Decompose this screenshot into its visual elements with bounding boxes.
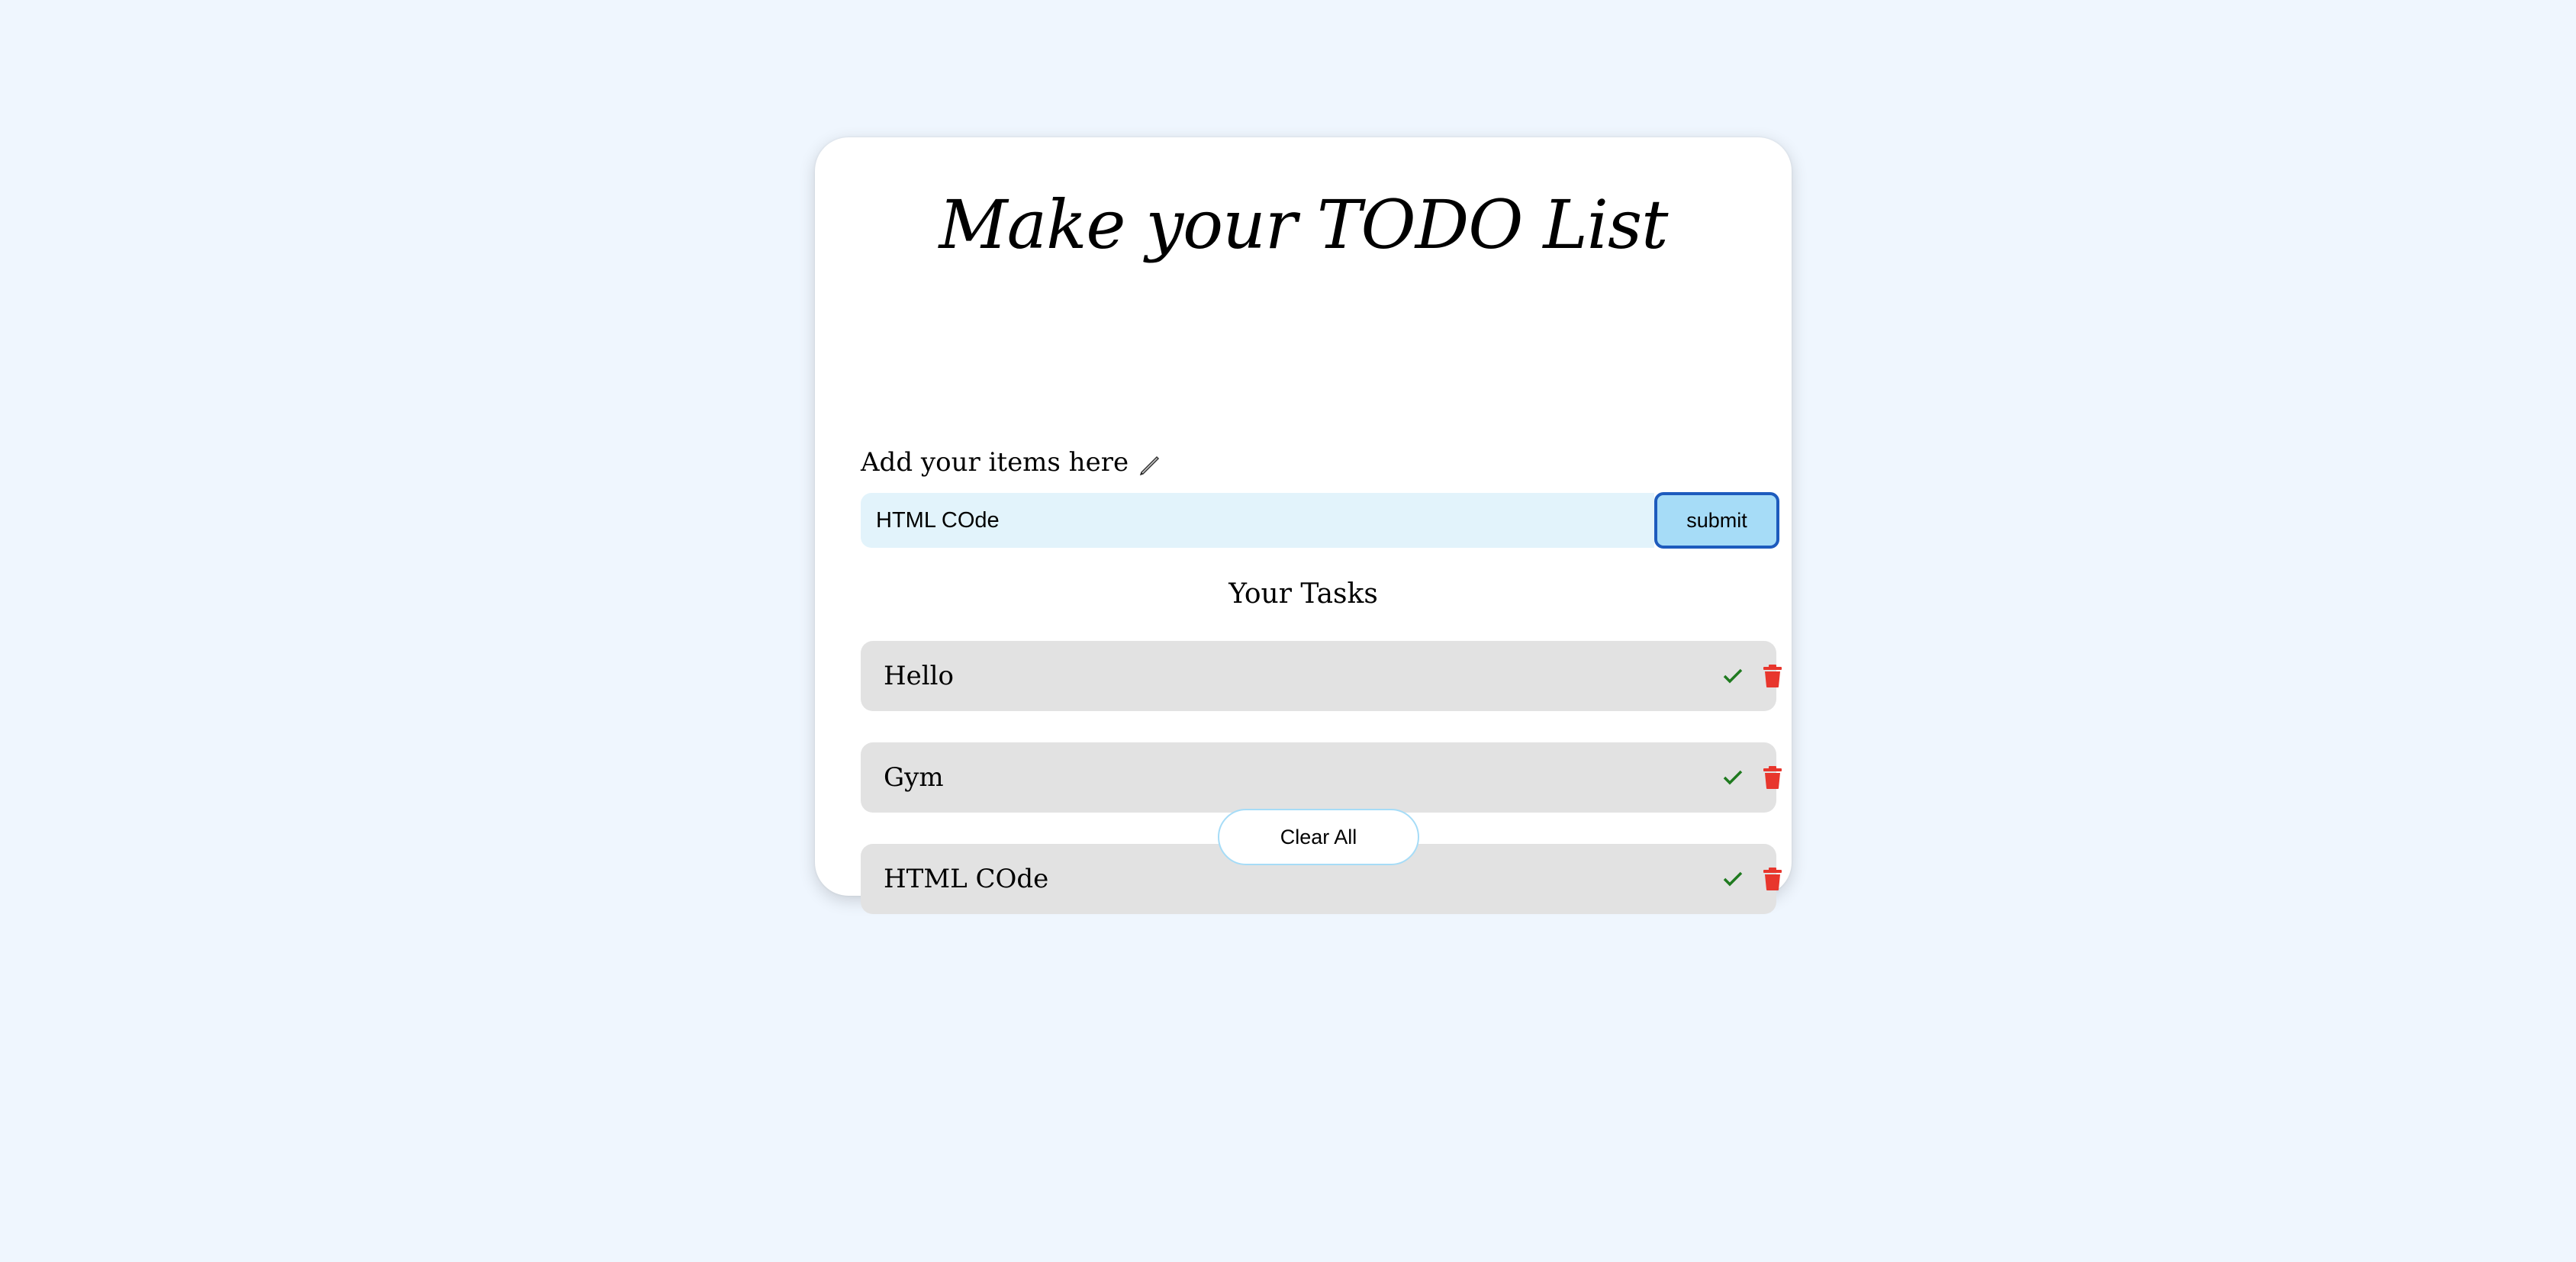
pen-icon [1136, 450, 1161, 476]
submit-button[interactable]: submit [1654, 492, 1779, 549]
task-text: HTML COde [884, 864, 1049, 894]
todo-card: Make your TODO List Add your items here … [815, 137, 1792, 914]
clear-all-button[interactable]: Clear All [1218, 809, 1419, 865]
trash-icon[interactable] [1761, 764, 1784, 791]
trash-icon[interactable] [1761, 865, 1784, 893]
todo-input[interactable] [861, 493, 1654, 548]
tasks-heading: Your Tasks [1228, 578, 1378, 610]
check-icon[interactable] [1721, 664, 1745, 688]
add-items-label-text: Add your items here [861, 447, 1129, 478]
add-item-row: submit [861, 492, 1830, 549]
trash-icon[interactable] [1761, 662, 1784, 690]
task-item: Hello [861, 641, 1782, 711]
task-text: Hello [884, 661, 954, 691]
task-item: Gym [861, 742, 1782, 813]
page-title: Make your TODO List [939, 185, 1669, 264]
check-icon[interactable] [1721, 765, 1745, 790]
add-items-label: Add your items here [861, 443, 1161, 482]
check-icon[interactable] [1721, 867, 1745, 891]
task-list: Hello Gym HTML COde [861, 641, 1782, 945]
task-text: Gym [884, 762, 944, 793]
